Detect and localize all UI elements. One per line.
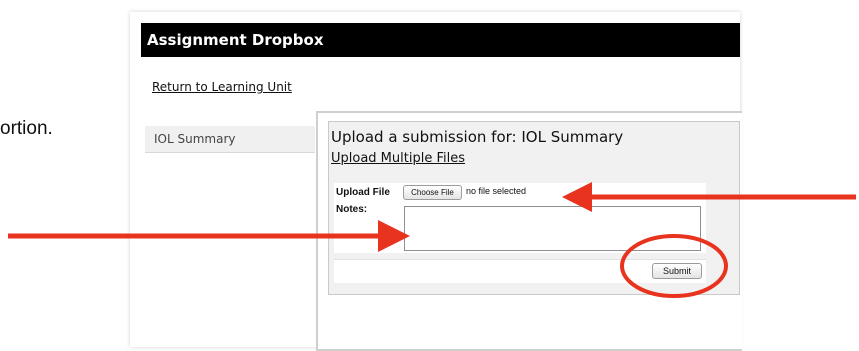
annotation-overlay <box>8 182 856 298</box>
right-arrow-head-icon <box>562 182 592 212</box>
highlight-circle-icon <box>620 234 728 298</box>
left-arrow-head-icon <box>378 220 410 252</box>
